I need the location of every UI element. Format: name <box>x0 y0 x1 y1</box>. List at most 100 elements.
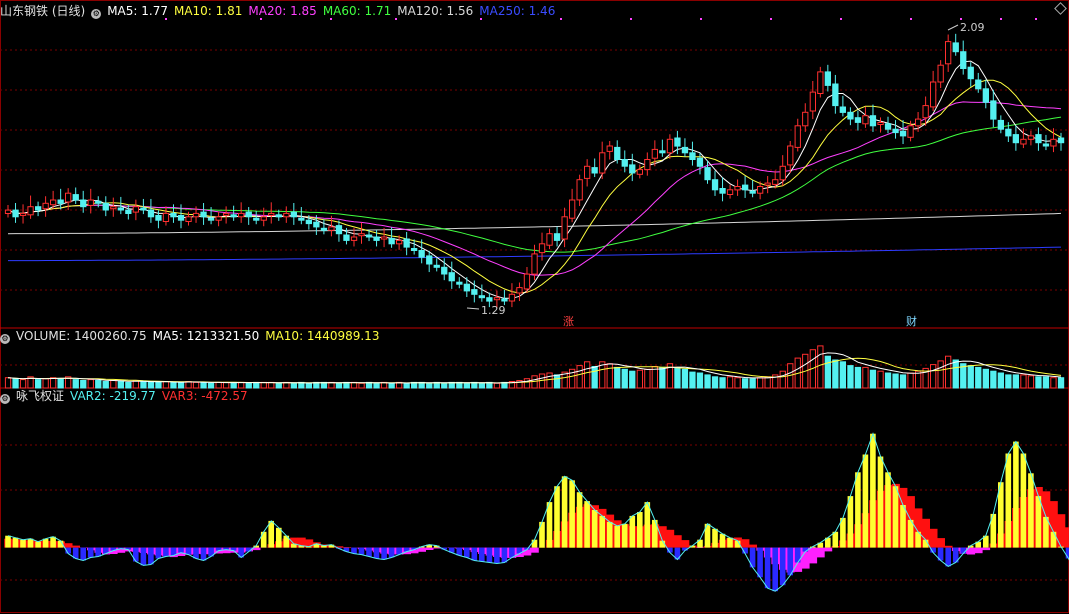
candle-up <box>238 212 245 218</box>
stock-chart-canvas <box>0 0 1069 613</box>
volume-bar <box>990 370 997 389</box>
candle-down <box>102 202 109 211</box>
volume-bar <box>915 370 922 389</box>
signal-dot <box>910 18 912 20</box>
var2-bar <box>907 519 914 548</box>
candle-up <box>606 145 613 152</box>
indicator-header: ⚙ 咏飞权证 VAR2: -219.77 VAR3: -472.57 <box>0 387 254 405</box>
var2-bar <box>471 547 478 561</box>
var2-bar <box>464 547 470 558</box>
zhang-marker[interactable]: 涨 <box>563 313 574 329</box>
var3-area <box>417 547 426 552</box>
var2-bar <box>870 433 876 548</box>
var2-bar <box>712 528 718 548</box>
volume-bar <box>817 345 824 389</box>
candle-up <box>937 64 944 83</box>
candle-down <box>147 209 155 218</box>
volume-bar <box>1042 376 1050 389</box>
candle-down <box>704 167 711 181</box>
volume-bar <box>847 365 854 389</box>
candle-down <box>305 219 313 225</box>
candle-up <box>523 273 531 290</box>
volume-bar <box>862 366 869 389</box>
candle-up <box>268 212 275 216</box>
var2-bar <box>606 521 613 548</box>
volume-bar <box>854 366 862 389</box>
candle-up <box>516 287 523 294</box>
candle-down <box>230 214 237 218</box>
var2-bar <box>1013 441 1019 548</box>
volume-bar <box>335 382 343 389</box>
var2-bar <box>561 476 568 548</box>
candle-down <box>486 297 493 302</box>
var2-bar <box>629 515 636 548</box>
volume-bar <box>1020 374 1027 389</box>
var2-bar <box>832 531 839 548</box>
candle-down <box>433 264 440 268</box>
volume-bar <box>426 382 433 389</box>
volume-bar <box>711 376 719 389</box>
volume-bar <box>779 370 786 389</box>
var2-bar <box>27 538 34 548</box>
volume-bar <box>704 374 711 389</box>
volume-bar <box>1012 374 1020 389</box>
candle-down <box>1012 134 1020 144</box>
candle-down <box>320 227 328 231</box>
candle-down <box>553 233 561 241</box>
var2-bar <box>80 547 86 561</box>
candle-down <box>275 214 282 218</box>
ma5-label: MA5: 1.77 <box>107 4 168 18</box>
candle-down <box>854 117 862 123</box>
signal-dot <box>1000 18 1002 20</box>
volume-bar <box>674 367 681 389</box>
candle-down <box>892 128 899 134</box>
candle-down <box>463 283 471 292</box>
candle-down <box>742 184 749 191</box>
candle-up <box>223 212 230 216</box>
var2-bar <box>945 547 951 567</box>
candle-down <box>343 234 350 241</box>
candle-up <box>162 212 170 222</box>
candle-up <box>283 212 290 218</box>
candle-up <box>576 179 583 201</box>
candle-down <box>884 123 892 130</box>
volume-gear-icon[interactable]: ⚙ <box>0 334 10 344</box>
var2-bar <box>501 547 508 563</box>
volume-bar <box>975 366 982 389</box>
candle-down <box>824 71 832 86</box>
candle-up <box>546 233 553 246</box>
indicator-gear-icon[interactable]: ⚙ <box>0 394 10 404</box>
settings-gear-icon[interactable]: ⚙ <box>91 9 102 19</box>
var3-area <box>530 547 539 553</box>
volume-bar <box>869 369 877 389</box>
volume-bar <box>523 378 531 389</box>
volume-bar <box>636 369 644 389</box>
candle-down <box>155 215 162 221</box>
volume-bar <box>275 382 282 389</box>
signal-dot <box>630 18 632 20</box>
candle-down <box>117 207 124 211</box>
candle-up <box>1027 135 1035 140</box>
candle-down <box>170 212 177 218</box>
var3-area <box>982 547 991 551</box>
candle-up <box>260 216 267 221</box>
volume-bar <box>945 355 952 389</box>
candle-up <box>110 206 117 210</box>
candle-down <box>207 217 215 221</box>
var3-area <box>64 543 73 548</box>
var2-bar <box>268 520 274 548</box>
volume-bar <box>283 381 290 389</box>
candle-down <box>140 207 147 211</box>
volume-bar <box>832 359 839 389</box>
var2-bar <box>358 547 365 555</box>
candle-down <box>95 200 102 204</box>
candle-down <box>298 217 305 221</box>
var3-area <box>741 539 750 548</box>
candle-up <box>185 216 192 223</box>
cai-marker[interactable]: 财 <box>906 313 917 329</box>
volume-bar <box>899 374 907 389</box>
var2-bar <box>155 547 162 559</box>
var3-area <box>681 540 690 548</box>
var3-area <box>1064 527 1069 548</box>
var2-bar <box>133 547 139 562</box>
